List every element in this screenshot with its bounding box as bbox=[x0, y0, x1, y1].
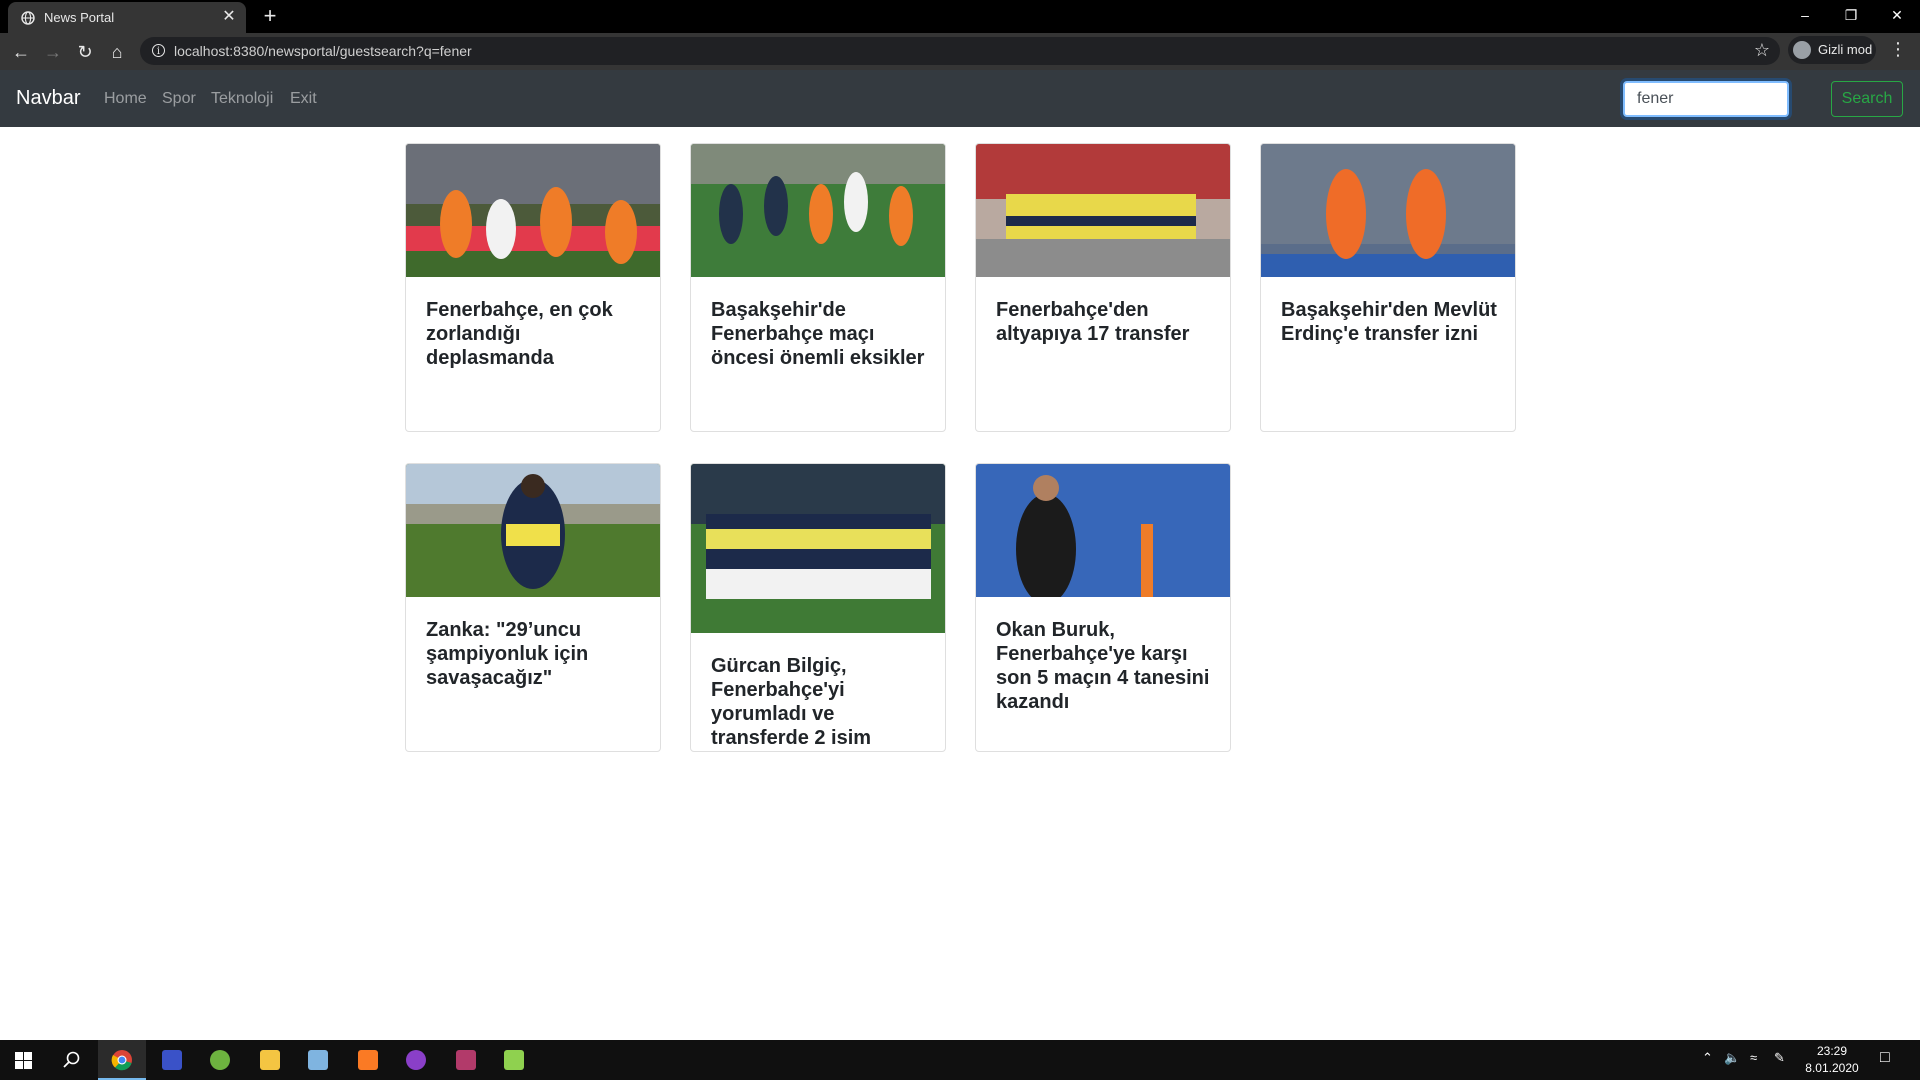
card-title[interactable]: Okan Buruk, Fenerbahçe'ye karşı son 5 ma… bbox=[996, 618, 1214, 714]
network-icon[interactable]: ≈ bbox=[1750, 1050, 1757, 1065]
news-card[interactable]: Başakşehir'de Fenerbahçe maçı öncesi öne… bbox=[690, 143, 946, 432]
card-title[interactable]: Fenerbahçe, en çok zorlandığı deplasmand… bbox=[426, 298, 644, 370]
windows-taskbar: ⌃ 🔈 ≈ ✎ 23:29 8.01.2020 □ bbox=[0, 1040, 1920, 1080]
home-icon[interactable]: ⌂ bbox=[104, 39, 130, 65]
clock-time: 23:29 bbox=[1816, 1044, 1848, 1058]
spring-icon[interactable] bbox=[196, 1040, 244, 1080]
app-icon[interactable] bbox=[392, 1040, 440, 1080]
kebab-menu-icon[interactable]: ⋮ bbox=[1888, 39, 1908, 60]
news-card[interactable]: Fenerbahçe, en çok zorlandığı deplasmand… bbox=[405, 143, 661, 432]
clock-date: 8.01.2020 bbox=[1805, 1061, 1859, 1075]
system-clock[interactable]: 23:29 8.01.2020 bbox=[1800, 1043, 1864, 1077]
news-image bbox=[1261, 144, 1515, 277]
new-tab-button[interactable]: + bbox=[258, 4, 282, 28]
news-image bbox=[406, 464, 660, 597]
news-card[interactable]: Başakşehir'den Mevlüt Erdinç'e transfer … bbox=[1260, 143, 1516, 432]
card-title[interactable]: Başakşehir'de Fenerbahçe maçı öncesi öne… bbox=[711, 298, 929, 370]
news-image bbox=[976, 144, 1230, 277]
winrar-icon[interactable] bbox=[442, 1040, 490, 1080]
search-input[interactable] bbox=[1623, 81, 1789, 117]
browser-toolbar: ← → ↻ ⌂ i localhost:8380/newsportal/gues… bbox=[0, 33, 1920, 70]
vscode-icon[interactable] bbox=[294, 1040, 342, 1080]
incognito-label: Gizli mod bbox=[1818, 42, 1873, 57]
notepad-icon[interactable] bbox=[490, 1040, 538, 1080]
address-bar[interactable]: i localhost:8380/newsportal/guestsearch?… bbox=[140, 37, 1780, 65]
site-navbar: Navbar Home Spor Teknoloji Exit Search bbox=[0, 70, 1920, 127]
card-title[interactable]: Zanka: "29’uncu şampiyonluk için savaşac… bbox=[426, 618, 644, 690]
reload-icon[interactable]: ↻ bbox=[72, 39, 98, 65]
nav-link-home[interactable]: Home bbox=[104, 90, 147, 108]
speaker-icon[interactable]: 🔈 bbox=[1724, 1050, 1740, 1066]
globe-icon bbox=[21, 11, 35, 25]
file-explorer-icon[interactable] bbox=[246, 1040, 294, 1080]
chrome-icon[interactable] bbox=[98, 1040, 146, 1080]
pen-icon[interactable]: ✎ bbox=[1774, 1050, 1785, 1066]
nav-link-spor[interactable]: Spor bbox=[162, 90, 196, 108]
news-image bbox=[406, 144, 660, 277]
info-icon[interactable]: i bbox=[152, 44, 165, 57]
browser-tab[interactable]: News Portal ✕ bbox=[8, 2, 246, 33]
news-card[interactable]: Okan Buruk, Fenerbahçe'ye karşı son 5 ma… bbox=[975, 463, 1231, 752]
address-url[interactable]: localhost:8380/newsportal/guestsearch?q=… bbox=[174, 43, 472, 59]
news-image bbox=[691, 144, 945, 277]
nav-link-teknoloji[interactable]: Teknoloji bbox=[211, 90, 273, 108]
card-title[interactable]: Başakşehir'den Mevlüt Erdinç'e transfer … bbox=[1281, 298, 1499, 346]
nav-link-exit[interactable]: Exit bbox=[290, 90, 317, 108]
incognito-icon bbox=[1793, 41, 1811, 59]
search-icon[interactable] bbox=[48, 1040, 96, 1080]
browser-tab-bar: News Portal ✕ + – ❐ ✕ bbox=[0, 0, 1920, 33]
windows-start-icon[interactable] bbox=[0, 1040, 48, 1080]
incognito-badge[interactable]: Gizli mod bbox=[1788, 36, 1876, 64]
minimize-button[interactable]: – bbox=[1782, 0, 1828, 30]
news-image bbox=[976, 464, 1230, 597]
intellij-icon[interactable] bbox=[148, 1040, 196, 1080]
news-card[interactable]: Fenerbahçe'den altyapıya 17 transfer bbox=[975, 143, 1231, 432]
back-icon[interactable]: ← bbox=[8, 39, 34, 65]
notification-icon[interactable]: □ bbox=[1880, 1049, 1890, 1067]
card-title[interactable]: Fenerbahçe'den altyapıya 17 transfer bbox=[996, 298, 1214, 346]
navbar-brand[interactable]: Navbar bbox=[16, 87, 80, 110]
close-window-button[interactable]: ✕ bbox=[1874, 0, 1920, 30]
card-title[interactable]: Gürcan Bilgiç, Fenerbahçe'yi yorumladı v… bbox=[711, 654, 929, 751]
tab-title: News Portal bbox=[44, 10, 115, 25]
xampp-icon[interactable] bbox=[344, 1040, 392, 1080]
news-image bbox=[691, 464, 945, 633]
search-button[interactable]: Search bbox=[1831, 81, 1903, 117]
star-icon[interactable]: ☆ bbox=[1754, 40, 1770, 61]
restore-button[interactable]: ❐ bbox=[1828, 0, 1874, 30]
forward-icon[interactable]: → bbox=[40, 39, 66, 65]
tab-close-icon[interactable]: ✕ bbox=[220, 8, 238, 26]
chevron-up-icon[interactable]: ⌃ bbox=[1702, 1050, 1713, 1066]
news-card[interactable]: Gürcan Bilgiç, Fenerbahçe'yi yorumladı v… bbox=[690, 463, 946, 752]
news-card[interactable]: Zanka: "29’uncu şampiyonluk için savaşac… bbox=[405, 463, 661, 752]
